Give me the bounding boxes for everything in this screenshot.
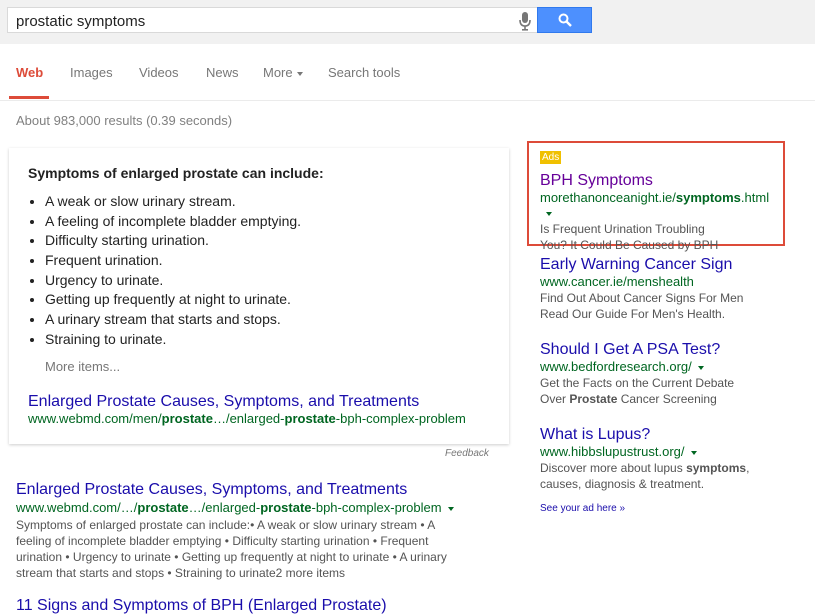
result-stats: About 983,000 results (0.39 seconds) <box>16 113 233 128</box>
ad-desc-line: Find Out About Cancer Signs For Men <box>540 291 744 305</box>
search-icon <box>558 13 572 27</box>
ad-desc-line: causes, diagnosis & treatment. <box>540 477 705 491</box>
ad-desc-line: Over Prostate Cancer Screening <box>540 391 780 407</box>
url-part: -bph-complex-problem <box>311 500 442 515</box>
next-result-title-link[interactable]: 11 Signs and Symptoms of BPH (Enlarged P… <box>16 597 387 615</box>
list-item: A feeling of incomplete bladder emptying… <box>45 212 301 232</box>
ad-url: www.hibbslupustrust.org/ <box>540 444 780 459</box>
chevron-down-icon <box>296 71 303 76</box>
url-dropdown-icon[interactable] <box>447 506 454 511</box>
ad-item: Should I Get A PSA Test? www.bedfordrese… <box>540 341 780 407</box>
search-button[interactable] <box>537 7 592 33</box>
search-tabs: Web Images Videos News More Search tools <box>0 44 815 101</box>
url-dropdown-icon[interactable] <box>546 211 552 216</box>
url-dropdown-icon[interactable] <box>690 450 697 455</box>
url-part-bold: prostate <box>284 411 336 426</box>
result-title-link[interactable]: Enlarged Prostate Causes, Symptoms, and … <box>16 481 466 499</box>
search-box <box>7 7 537 33</box>
ad-title-link[interactable]: BPH Symptoms <box>540 172 780 190</box>
featured-snippet-link[interactable]: Enlarged Prostate Causes, Symptoms, and … <box>28 393 419 411</box>
url-part-bold: symptoms <box>675 190 741 205</box>
url-part: -bph-complex-problem <box>335 411 466 426</box>
list-item: A weak or slow urinary stream. <box>45 192 301 212</box>
see-your-ad-link[interactable]: See your ad here » <box>540 503 625 514</box>
snippet-line: stream that starts and stops • Straining… <box>16 566 346 580</box>
url-part: …/enlarged- <box>188 500 261 515</box>
ad-url: morethanonceanight.ie/symptoms.html <box>540 190 780 220</box>
ad-title-link[interactable]: Should I Get A PSA Test? <box>540 341 780 359</box>
ad-title-link[interactable]: What is Lupus? <box>540 426 780 444</box>
ad-description: Discover more about lupus symptoms, caus… <box>540 460 780 492</box>
snippet-line: urination • Urgency to urinate • Getting… <box>16 550 447 564</box>
desc-part: Cancer Screening <box>617 392 717 406</box>
ad-url: www.bedfordresearch.org/ <box>540 359 780 374</box>
tab-web[interactable]: Web <box>16 65 43 80</box>
tab-news[interactable]: News <box>206 65 239 80</box>
ads-badge: Ads <box>540 151 562 164</box>
list-item: Frequent urination. <box>45 251 301 271</box>
search-header <box>0 0 815 44</box>
url-part: www.cancer.ie/menshealth <box>540 274 694 289</box>
featured-snippet-heading: Symptoms of enlarged prostate can includ… <box>28 165 324 181</box>
ad-item: What is Lupus? www.hibbslupustrust.org/ … <box>540 426 780 492</box>
url-part: www.hibbslupustrust.org/ <box>540 444 685 459</box>
ad-desc-line: Is Frequent Urination Troubling <box>540 222 705 236</box>
desc-part: Discover more about lupus <box>540 461 687 475</box>
tab-videos[interactable]: Videos <box>139 65 179 80</box>
result-url: www.webmd.com/…/prostate…/enlarged-prost… <box>16 499 466 516</box>
search-input[interactable] <box>16 11 496 31</box>
ad-url: www.cancer.ie/menshealth <box>540 274 780 289</box>
ad-description: Get the Facts on the Current Debate Over… <box>540 375 780 407</box>
tab-more-label: More <box>263 65 293 80</box>
feedback-link[interactable]: Feedback <box>445 448 489 459</box>
ad-desc-line: Discover more about lupus symptoms, <box>540 460 780 476</box>
ad-description: Find Out About Cancer Signs For Men Read… <box>540 290 780 322</box>
tab-search-tools[interactable]: Search tools <box>328 65 400 80</box>
desc-part: , <box>746 461 750 475</box>
url-part: …/enlarged- <box>212 411 285 426</box>
tab-images[interactable]: Images <box>70 65 113 80</box>
url-part: morethanonceanight.ie/ <box>540 190 676 205</box>
list-item: Getting up frequently at night to urinat… <box>45 290 301 310</box>
desc-part-bold: symptoms <box>686 461 747 475</box>
url-dropdown-icon[interactable] <box>697 365 704 370</box>
url-part: www.webmd.com/men/ <box>28 411 162 426</box>
ad-desc-line: You? It Could Be Caused by BPH <box>540 238 719 252</box>
snippet-line: feeling of incomplete bladder emptying •… <box>16 534 429 548</box>
tab-more[interactable]: More <box>263 65 303 80</box>
featured-snippet-list: A weak or slow urinary stream. A feeling… <box>27 192 301 350</box>
more-items-link[interactable]: More items... <box>45 359 120 374</box>
desc-part-bold: Prostate <box>569 392 618 406</box>
url-part: .html <box>740 190 770 205</box>
active-tab-indicator <box>9 96 49 99</box>
url-part-bold: prostate <box>161 411 213 426</box>
list-item: A urinary stream that starts and stops. <box>45 310 301 330</box>
featured-snippet-url: www.webmd.com/men/prostate…/enlarged-pro… <box>28 411 466 426</box>
ad-item: BPH Symptoms morethanonceanight.ie/sympt… <box>540 172 780 253</box>
url-part-bold: prostate <box>137 500 189 515</box>
ad-item: Early Warning Cancer Sign www.cancer.ie/… <box>540 256 780 322</box>
microphone-icon[interactable] <box>518 11 532 31</box>
featured-snippet: Symptoms of enlarged prostate can includ… <box>9 148 509 444</box>
list-item: Urgency to urinate. <box>45 271 301 291</box>
search-result: Enlarged Prostate Causes, Symptoms, and … <box>16 481 466 581</box>
url-part: www.bedfordresearch.org/ <box>540 359 692 374</box>
snippet-line: Symptoms of enlarged prostate can includ… <box>16 518 436 532</box>
ad-description: Is Frequent Urination Troubling You? It … <box>540 221 780 253</box>
result-snippet: Symptoms of enlarged prostate can includ… <box>16 517 466 581</box>
desc-part: Over <box>540 392 570 406</box>
url-part-bold: prostate <box>260 500 312 515</box>
list-item: Straining to urinate. <box>45 330 301 350</box>
ad-desc-line: Read Our Guide For Men's Health. <box>540 307 726 321</box>
list-item: Difficulty starting urination. <box>45 231 301 251</box>
ad-desc-line: Get the Facts on the Current Debate <box>540 376 735 390</box>
url-part: www.webmd.com/…/ <box>16 500 138 515</box>
ad-title-link[interactable]: Early Warning Cancer Sign <box>540 256 780 274</box>
